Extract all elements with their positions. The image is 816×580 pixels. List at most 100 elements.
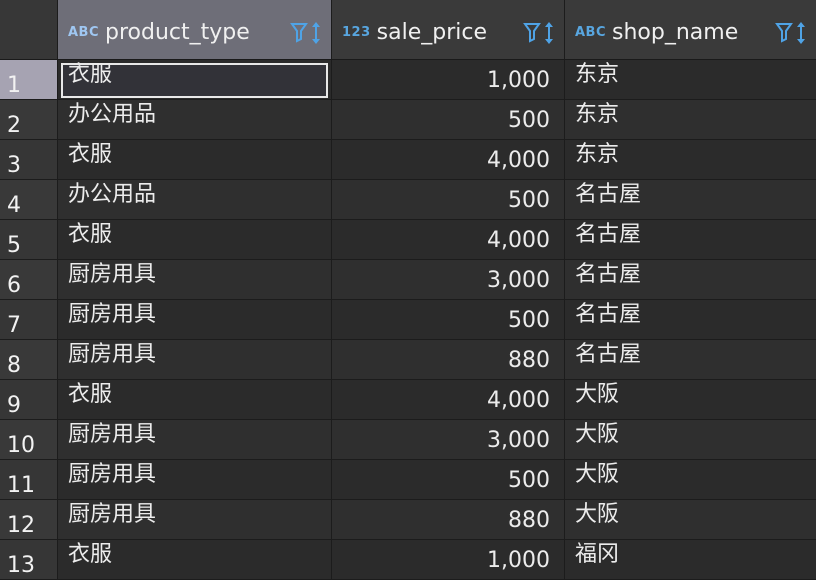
filter-sort-icon[interactable] xyxy=(522,18,556,48)
cell-product-type[interactable]: 厨房用具 xyxy=(58,340,332,380)
cell-sale-price[interactable]: 3,000 xyxy=(332,260,565,300)
row-number-label: 4 xyxy=(7,193,21,218)
cell-shop-name[interactable]: 大阪 xyxy=(565,420,816,460)
row-number-label: 3 xyxy=(7,153,21,178)
cell-text: 衣服 xyxy=(68,142,113,167)
row-number[interactable]: 5 xyxy=(0,220,58,260)
cell-shop-name[interactable]: 名古屋 xyxy=(565,180,816,220)
cell-sale-price[interactable]: 1,000 xyxy=(332,60,565,100)
cell-number: 4,000 xyxy=(487,228,550,253)
cell-shop-name[interactable]: 东京 xyxy=(565,60,816,100)
cell-sale-price[interactable]: 4,000 xyxy=(332,220,565,260)
cell-shop-name[interactable]: 名古屋 xyxy=(565,340,816,380)
cell-product-type[interactable]: 衣服 xyxy=(58,540,332,580)
cell-product-type[interactable]: 厨房用具 xyxy=(58,460,332,500)
row-number[interactable]: 3 xyxy=(0,140,58,180)
cell-number: 1,000 xyxy=(487,548,550,573)
cell-sale-price[interactable]: 1,000 xyxy=(332,540,565,580)
row-number-header[interactable] xyxy=(0,0,58,60)
table-row[interactable]: 1 衣服 1,000 东京 xyxy=(0,60,816,100)
cell-sale-price[interactable]: 500 xyxy=(332,460,565,500)
cell-sale-price[interactable]: 3,000 xyxy=(332,420,565,460)
cell-sale-price[interactable]: 500 xyxy=(332,300,565,340)
row-number[interactable]: 4 xyxy=(0,180,58,220)
column-header-shop-name[interactable]: ABC shop_name xyxy=(565,0,816,60)
row-number[interactable]: 10 xyxy=(0,420,58,460)
cell-shop-name[interactable]: 福冈 xyxy=(565,540,816,580)
text-type-badge: ABC xyxy=(575,24,607,40)
number-type-badge: 123 xyxy=(342,24,371,40)
table-row[interactable]: 4 办公用品 500 名古屋 xyxy=(0,180,816,220)
row-number[interactable]: 6 xyxy=(0,260,58,300)
cell-text: 东京 xyxy=(575,62,620,87)
row-number-label: 8 xyxy=(7,353,21,378)
cell-text: 大阪 xyxy=(575,382,620,407)
table-row[interactable]: 9 衣服 4,000 大阪 xyxy=(0,380,816,420)
cell-product-type[interactable]: 办公用品 xyxy=(58,100,332,140)
cell-shop-name[interactable]: 大阪 xyxy=(565,380,816,420)
table-row[interactable]: 2 办公用品 500 东京 xyxy=(0,100,816,140)
cell-product-type[interactable]: 厨房用具 xyxy=(58,420,332,460)
cell-text: 东京 xyxy=(575,102,620,127)
cell-text: 大阪 xyxy=(575,502,620,527)
grid-header: ABC product_type 123 sale_price ABC shop… xyxy=(0,0,816,60)
cell-sale-price[interactable]: 880 xyxy=(332,500,565,540)
table-row[interactable]: 6 厨房用具 3,000 名古屋 xyxy=(0,260,816,300)
cell-number: 3,000 xyxy=(487,268,550,293)
row-number[interactable]: 7 xyxy=(0,300,58,340)
cell-shop-name[interactable]: 名古屋 xyxy=(565,300,816,340)
row-number-label: 2 xyxy=(7,113,21,138)
row-number[interactable]: 1 xyxy=(0,60,58,100)
column-header-product-type[interactable]: ABC product_type xyxy=(58,0,332,60)
cell-product-type[interactable]: 办公用品 xyxy=(58,180,332,220)
cell-text: 厨房用具 xyxy=(68,462,157,487)
table-row[interactable]: 11 厨房用具 500 大阪 xyxy=(0,460,816,500)
cell-shop-name[interactable]: 东京 xyxy=(565,100,816,140)
table-row[interactable]: 10 厨房用具 3,000 大阪 xyxy=(0,420,816,460)
row-number-label: 6 xyxy=(7,273,21,298)
cell-product-type[interactable]: 衣服 xyxy=(58,220,332,260)
column-header-sale-price[interactable]: 123 sale_price xyxy=(332,0,565,60)
cell-text: 衣服 xyxy=(68,542,113,567)
cell-product-type[interactable]: 厨房用具 xyxy=(58,500,332,540)
table-row[interactable]: 13 衣服 1,000 福冈 xyxy=(0,540,816,580)
cell-product-type[interactable]: 厨房用具 xyxy=(58,260,332,300)
table-row[interactable]: 5 衣服 4,000 名古屋 xyxy=(0,220,816,260)
cell-number: 500 xyxy=(508,308,550,333)
cell-text: 厨房用具 xyxy=(68,422,157,447)
cell-product-type[interactable]: 衣服 xyxy=(58,60,332,100)
row-number[interactable]: 9 xyxy=(0,380,58,420)
cell-shop-name[interactable]: 名古屋 xyxy=(565,220,816,260)
filter-sort-icon[interactable] xyxy=(289,18,323,48)
row-number[interactable]: 12 xyxy=(0,500,58,540)
row-number[interactable]: 8 xyxy=(0,340,58,380)
cell-number: 500 xyxy=(508,468,550,493)
cell-shop-name[interactable]: 东京 xyxy=(565,140,816,180)
cell-sale-price[interactable]: 500 xyxy=(332,180,565,220)
cell-number: 880 xyxy=(508,348,550,373)
cell-sale-price[interactable]: 4,000 xyxy=(332,380,565,420)
cell-product-type[interactable]: 衣服 xyxy=(58,380,332,420)
table-row[interactable]: 8 厨房用具 880 名古屋 xyxy=(0,340,816,380)
cell-sale-price[interactable]: 880 xyxy=(332,340,565,380)
cell-number: 4,000 xyxy=(487,148,550,173)
cell-shop-name[interactable]: 大阪 xyxy=(565,460,816,500)
cell-sale-price[interactable]: 500 xyxy=(332,100,565,140)
cell-text: 大阪 xyxy=(575,462,620,487)
cell-number: 880 xyxy=(508,508,550,533)
cell-shop-name[interactable]: 名古屋 xyxy=(565,260,816,300)
cell-text: 名古屋 xyxy=(575,222,642,247)
filter-sort-icon[interactable] xyxy=(774,18,808,48)
cell-product-type[interactable]: 衣服 xyxy=(58,140,332,180)
table-row[interactable]: 7 厨房用具 500 名古屋 xyxy=(0,300,816,340)
cell-product-type[interactable]: 厨房用具 xyxy=(58,300,332,340)
table-row[interactable]: 3 衣服 4,000 东京 xyxy=(0,140,816,180)
cell-text: 名古屋 xyxy=(575,262,642,287)
row-number-label: 10 xyxy=(7,433,35,458)
row-number[interactable]: 13 xyxy=(0,540,58,580)
cell-shop-name[interactable]: 大阪 xyxy=(565,500,816,540)
cell-sale-price[interactable]: 4,000 xyxy=(332,140,565,180)
table-row[interactable]: 12 厨房用具 880 大阪 xyxy=(0,500,816,540)
row-number[interactable]: 11 xyxy=(0,460,58,500)
row-number[interactable]: 2 xyxy=(0,100,58,140)
